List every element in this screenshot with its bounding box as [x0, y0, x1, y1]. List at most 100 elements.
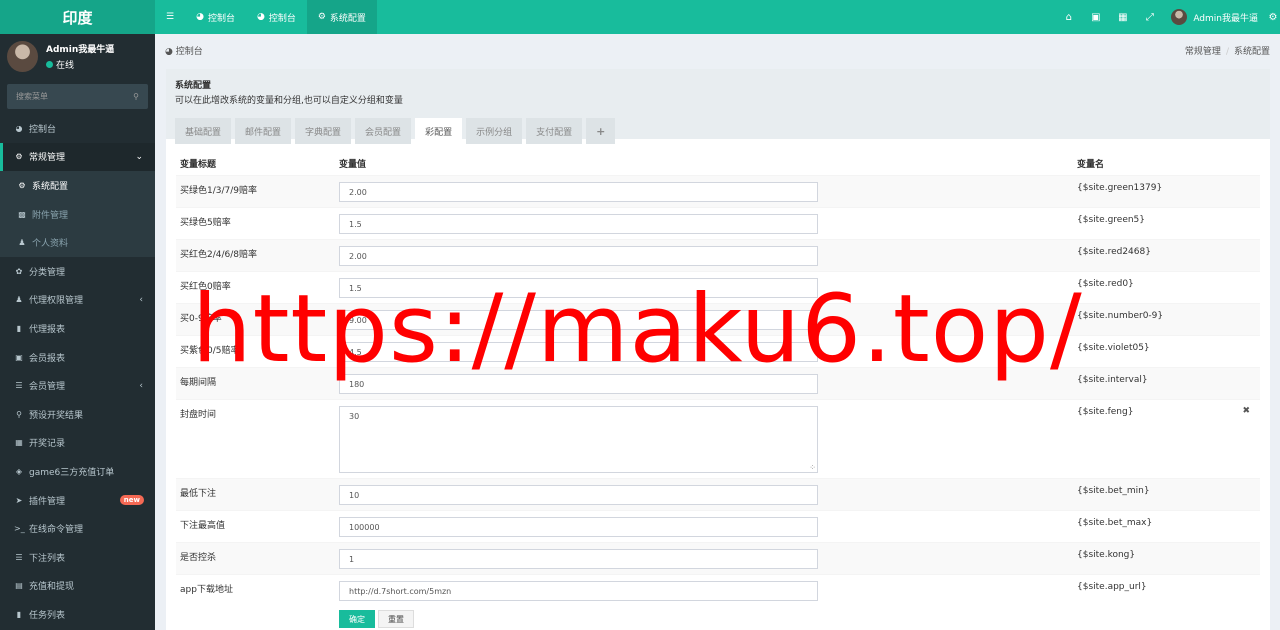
- cogs-icon: ⚙: [15, 152, 23, 162]
- sidebar: Admin我最牛逼 在线 搜索菜单 ⚲ ◕ 控制台 ⚙ 常规管理 ⌄ ⚙ 系统配置 ▩ 附件…: [0, 34, 155, 630]
- table-row: 每期间隔 180 {$site.interval}: [176, 367, 1260, 399]
- book-icon: ▮: [16, 323, 22, 333]
- breadcrumb: ◕ 控制台 常规管理 / 系统配置: [155, 34, 1280, 66]
- top-tab-dashboard-1[interactable]: ◕ 控制台: [185, 0, 246, 34]
- breadcrumb-current: 系统配置: [1233, 46, 1270, 57]
- table-row: 买绿色5赔率 1.5 {$site.green5}: [176, 207, 1260, 239]
- sidebar-item-online-command[interactable]: >_ 在线命令管理: [0, 514, 155, 543]
- user-menu[interactable]: Admin我最牛逼: [1163, 9, 1266, 25]
- value-input[interactable]: 100000: [339, 517, 818, 537]
- chevron-left-icon: ‹: [139, 294, 143, 305]
- sidebar-toggle-button[interactable]: ☰: [155, 0, 185, 34]
- value-input[interactable]: 2.00: [339, 182, 818, 202]
- leaf-icon: ✿: [15, 266, 23, 276]
- value-input[interactable]: 1.5: [339, 278, 818, 298]
- tab-dictionary[interactable]: 字典配置: [295, 118, 352, 144]
- sidebar-item-preset-result[interactable]: ⚲ 预设开奖结果: [0, 400, 155, 429]
- panel-description: 可以在此增改系统的变量和分组,也可以自定义分组和变量: [175, 96, 403, 106]
- tab-lottery[interactable]: 彩配置: [415, 118, 463, 144]
- search-icon[interactable]: ⚲: [133, 92, 139, 101]
- sidebar-item-member-manage[interactable]: ☰ 会员管理 ‹: [0, 371, 155, 400]
- table-row: 是否控杀 1 {$site.kong}: [176, 542, 1260, 574]
- rocket-icon: ➤: [15, 495, 23, 505]
- sidebar-item-system-config[interactable]: ⚙ 系统配置: [0, 171, 155, 200]
- list-icon: ☰: [15, 381, 23, 391]
- reset-button[interactable]: 重置: [378, 610, 414, 628]
- menu-icon: ☰: [166, 12, 175, 22]
- new-badge: new: [119, 495, 144, 506]
- sidebar-item-plugins[interactable]: ➤ 插件管理 new: [0, 486, 155, 515]
- gears-icon[interactable]: ⚙: [1266, 0, 1280, 34]
- value-input[interactable]: 4.5: [339, 342, 818, 362]
- config-table: 变量标题 变量值 变量名 买绿色1/3/7/9赔率 2.00 {$site.gree…: [176, 151, 1260, 628]
- sidebar-item-game6-orders[interactable]: ◈ game6三方充值订单: [0, 457, 155, 486]
- value-input[interactable]: http://d.7short.com/5mzn: [339, 581, 818, 601]
- resize-handle-icon[interactable]: ⁘: [809, 464, 816, 472]
- brand-logo[interactable]: 印度: [0, 0, 155, 34]
- table-body: 买绿色1/3/7/9赔率 2.00 {$site.green1379} 买绿色5赔率…: [176, 175, 1260, 606]
- group-icon: ♟: [15, 295, 23, 305]
- sidebar-item-member-report[interactable]: ▣ 会员报表: [0, 343, 155, 372]
- tab-payment[interactable]: 支付配置: [526, 118, 583, 144]
- value-input[interactable]: 2.00: [339, 246, 818, 266]
- table-row: 买红色2/4/6/8赔率 2.00 {$site.red2468}: [176, 239, 1260, 271]
- form-actions: 确定 重置: [339, 610, 1260, 628]
- table-row: 买紫色0/5赔率 4.5 {$site.violet05}: [176, 335, 1260, 367]
- gear-icon: ⚙: [18, 180, 26, 190]
- sidebar-item-dashboard[interactable]: ◕ 控制台: [0, 114, 155, 143]
- menu-search-input[interactable]: 搜索菜单 ⚲: [7, 84, 148, 109]
- config-tabs: 基础配置 邮件配置 字典配置 会员配置 彩配置 示例分组 支付配置 +: [175, 118, 1261, 144]
- sidebar-item-task-list[interactable]: ▮ 任务列表: [0, 600, 155, 629]
- sidebar-item-agent-report[interactable]: ▮ 代理报表: [0, 314, 155, 343]
- table-row: 最低下注 10 {$site.bet_min}: [176, 478, 1260, 510]
- value-input[interactable]: 10: [339, 485, 818, 505]
- home-icon[interactable]: ⌂: [1055, 0, 1082, 34]
- submit-button[interactable]: 确定: [339, 610, 375, 628]
- column-header-name: 变量名: [1077, 159, 1105, 170]
- tab-member[interactable]: 会员配置: [355, 118, 412, 144]
- user-panel: Admin我最牛逼 在线: [0, 34, 155, 78]
- gear-icon: ⚙: [317, 12, 326, 22]
- breadcrumb-general[interactable]: 常规管理: [1185, 47, 1221, 57]
- tab-basic[interactable]: 基础配置: [175, 118, 232, 144]
- tab-email[interactable]: 邮件配置: [235, 118, 292, 144]
- fullscreen-icon[interactable]: ⤢: [1136, 0, 1163, 34]
- dashboard-icon: ◕: [165, 46, 173, 57]
- delete-icon[interactable]: ✖: [1242, 406, 1250, 416]
- table-row: 下注最高值 100000 {$site.bet_max}: [176, 510, 1260, 542]
- sidebar-item-attachments[interactable]: ▩ 附件管理: [0, 199, 155, 229]
- terminal-icon: >_: [14, 524, 25, 534]
- tab-example[interactable]: 示例分组: [466, 118, 523, 144]
- value-input[interactable]: 9.00: [339, 310, 818, 330]
- value-input[interactable]: 1: [339, 549, 818, 569]
- sidebar-item-bet-list[interactable]: ☰ 下注列表: [0, 543, 155, 572]
- sidebar-item-general[interactable]: ⚙ 常规管理 ⌄: [0, 142, 155, 172]
- table-row: app下载地址 http://d.7short.com/5mzn {$site.ap…: [176, 574, 1260, 606]
- table-row: 买红色0赔率 1.5 {$site.red0}: [176, 271, 1260, 303]
- book-icon: ▮: [16, 609, 22, 619]
- sidebar-item-agent-perm[interactable]: ♟ 代理权限管理 ‹: [0, 286, 155, 315]
- breadcrumb-home[interactable]: ◕ 控制台: [165, 44, 203, 57]
- sidebar-item-deposit-withdraw[interactable]: ▤ 充值和提现: [0, 572, 155, 601]
- main-content: ◕ 控制台 常规管理 / 系统配置 系统配置 可以在此增改系统的变量和分组,也可以自…: [155, 34, 1280, 630]
- user-icon: ♟: [18, 238, 26, 248]
- tab-add[interactable]: +: [586, 118, 616, 144]
- list-icon: ☰: [15, 552, 23, 562]
- panel-title: 系统配置: [175, 81, 212, 91]
- dashboard-icon: ◕: [196, 12, 204, 22]
- table-header: 变量标题 变量值 变量名: [176, 151, 1260, 175]
- top-tab-dashboard-2[interactable]: ◕ 控制台: [246, 0, 307, 34]
- trash-icon[interactable]: ▣: [1082, 0, 1109, 34]
- language-icon[interactable]: ▦: [1109, 0, 1136, 34]
- value-textarea[interactable]: 30 ⁘: [339, 406, 818, 473]
- value-input[interactable]: 180: [339, 374, 818, 394]
- panel-heading: 系统配置 可以在此增改系统的变量和分组,也可以自定义分组和变量 基础配置 邮件配…: [166, 69, 1270, 144]
- top-tab-system-config[interactable]: ⚙ 系统配置: [306, 0, 377, 34]
- file-image-icon: ▩: [18, 209, 26, 219]
- value-input[interactable]: 1.5: [339, 214, 818, 234]
- sidebar-item-draw-record[interactable]: ▦ 开奖记录: [0, 429, 155, 458]
- sidebar-item-profile[interactable]: ♟ 个人资料: [0, 228, 155, 257]
- sidebar-item-category[interactable]: ✿ 分类管理: [0, 257, 155, 286]
- table-row: 买0-9赔率 9.00 {$site.number0-9}: [176, 303, 1260, 335]
- dashboard-icon: ◕: [256, 12, 265, 22]
